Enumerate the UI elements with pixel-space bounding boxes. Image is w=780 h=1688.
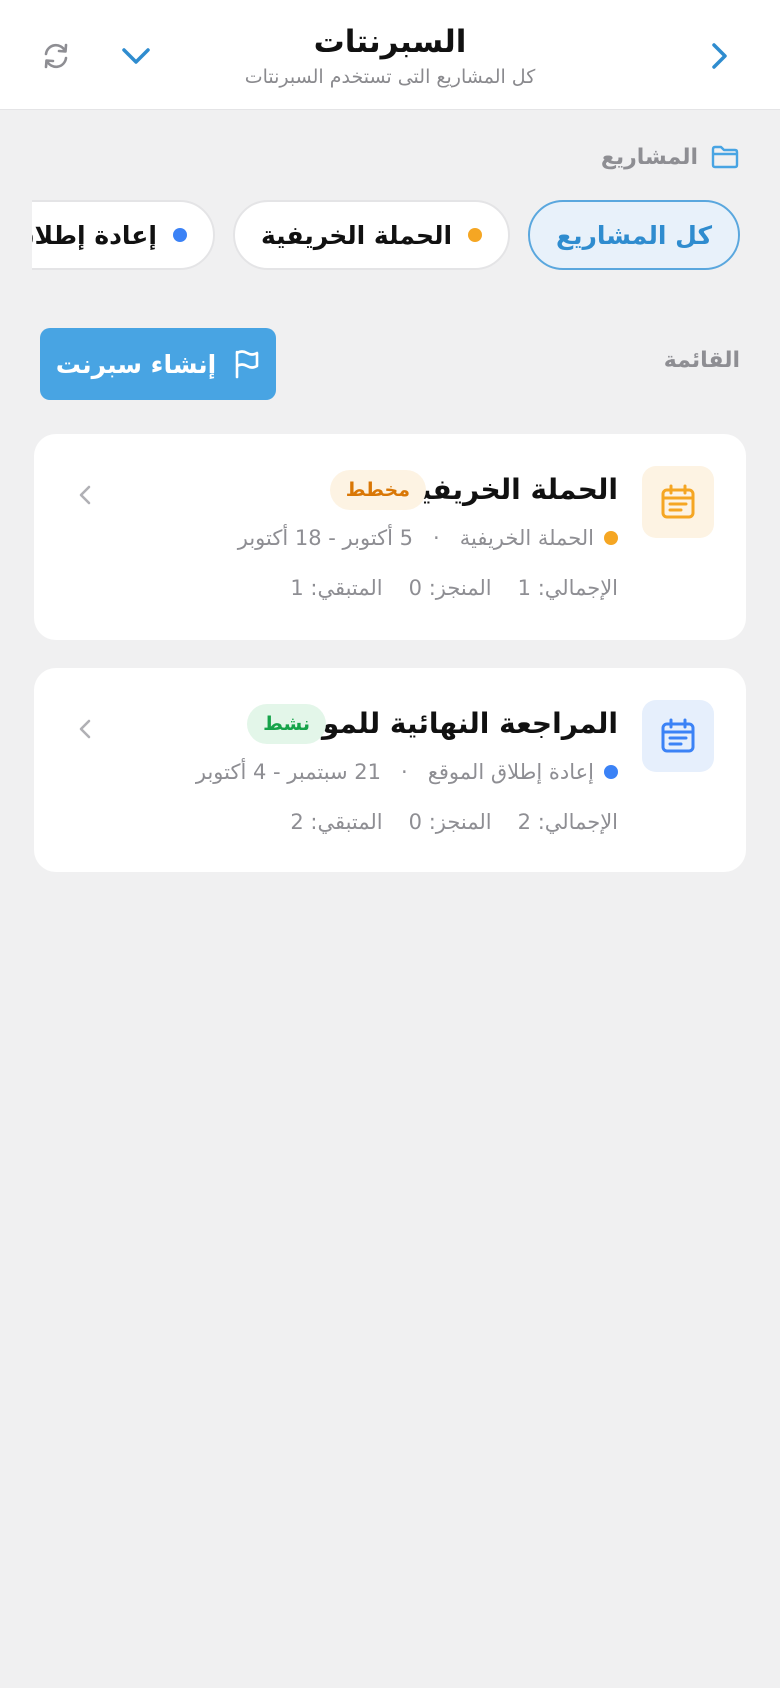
stat-total: الإجمالي: 1 <box>517 576 618 600</box>
chevron-left-icon <box>70 714 100 744</box>
create-sprint-label: إنشاء سبرنت <box>55 349 217 379</box>
sprint-card[interactable]: الحملة الخريفية مخطط الحملة الخريفية · 5… <box>34 434 746 640</box>
sprint-card[interactable]: المراجعة النهائية للموقع نشط إعادة إطلاق… <box>34 668 746 872</box>
stat-done: المنجز: 0 <box>408 576 492 600</box>
status-badge: مخطط <box>329 470 426 510</box>
stat-remaining: المتبقي: 2 <box>290 810 383 834</box>
page-subtitle: كل المشاريع التى تستخدم السبرنتات <box>244 66 536 88</box>
title-block: السبرنتات كل المشاريع التى تستخدم السبرن… <box>180 22 600 90</box>
project-color-dot <box>468 228 483 242</box>
folder-icon <box>711 145 739 169</box>
stat-total: الإجمالي: 2 <box>517 810 618 834</box>
page-title: السبرنتات <box>313 24 467 60</box>
chip-label: إعادة إطلاق الموقع <box>32 220 157 250</box>
sprint-icon-box <box>642 700 714 772</box>
chip-all-projects[interactable]: كل المشاريع <box>528 200 740 270</box>
list-section-label: القائمة <box>663 348 740 373</box>
sprint-project: الحملة الخريفية <box>459 526 594 550</box>
project-filter-chips[interactable]: كل المشاريع الحملة الخريفية إعادة إطلاق … <box>32 198 780 274</box>
sprint-name: المراجعة النهائية للموقع <box>284 707 618 740</box>
stat-done: المنجز: 0 <box>408 810 492 834</box>
chip-website-relaunch[interactable]: إعادة إطلاق الموقع <box>32 200 215 270</box>
sprint-meta: إعادة إطلاق الموقع · 21 سبتمبر - 4 أكتوب… <box>196 760 618 784</box>
stat-remaining: المتبقي: 1 <box>290 576 383 600</box>
sprint-stats: الإجمالي: 1 المنجز: 0 المتبقي: 1 <box>290 576 618 600</box>
sprint-meta: الحملة الخريفية · 5 أكتوبر - 18 أكتوبر <box>238 526 618 550</box>
sprint-stats: الإجمالي: 2 المنجز: 0 المتبقي: 2 <box>290 810 618 834</box>
project-color-dot <box>604 765 618 779</box>
project-color-dot <box>604 531 618 545</box>
status-badge: نشط <box>247 704 326 744</box>
separator-dot: · <box>401 760 408 784</box>
chip-fall-campaign[interactable]: الحملة الخريفية <box>232 200 511 270</box>
top-app-bar: السبرنتات كل المشاريع التى تستخدم السبرن… <box>0 0 780 110</box>
calendar-icon <box>661 718 695 753</box>
separator-dot: · <box>433 526 440 550</box>
project-color-dot <box>172 228 187 242</box>
flag-icon <box>235 350 259 379</box>
refresh-icon <box>44 43 68 69</box>
chevron-right-icon <box>712 43 727 69</box>
projects-section-label: المشاريع <box>601 144 740 170</box>
chip-label: كل المشاريع <box>556 220 712 250</box>
sprint-dates: 21 سبتمبر - 4 أكتوبر <box>195 760 382 784</box>
projects-label: المشاريع <box>600 144 698 170</box>
chevron-left-icon <box>70 480 100 510</box>
back-button[interactable] <box>700 36 740 76</box>
sprint-name: الحملة الخريفية <box>403 473 618 506</box>
refresh-button[interactable] <box>36 36 76 76</box>
chip-label: الحملة الخريفية <box>260 220 453 250</box>
dropdown-button[interactable] <box>116 36 156 76</box>
sprint-project: إعادة إطلاق الموقع <box>427 760 594 784</box>
sprint-dates: 5 أكتوبر - 18 أكتوبر <box>237 526 414 550</box>
calendar-icon <box>661 484 695 519</box>
sprint-icon-box <box>642 466 714 538</box>
create-sprint-button[interactable]: إنشاء سبرنت <box>40 328 276 400</box>
chevron-down-icon <box>122 48 150 64</box>
